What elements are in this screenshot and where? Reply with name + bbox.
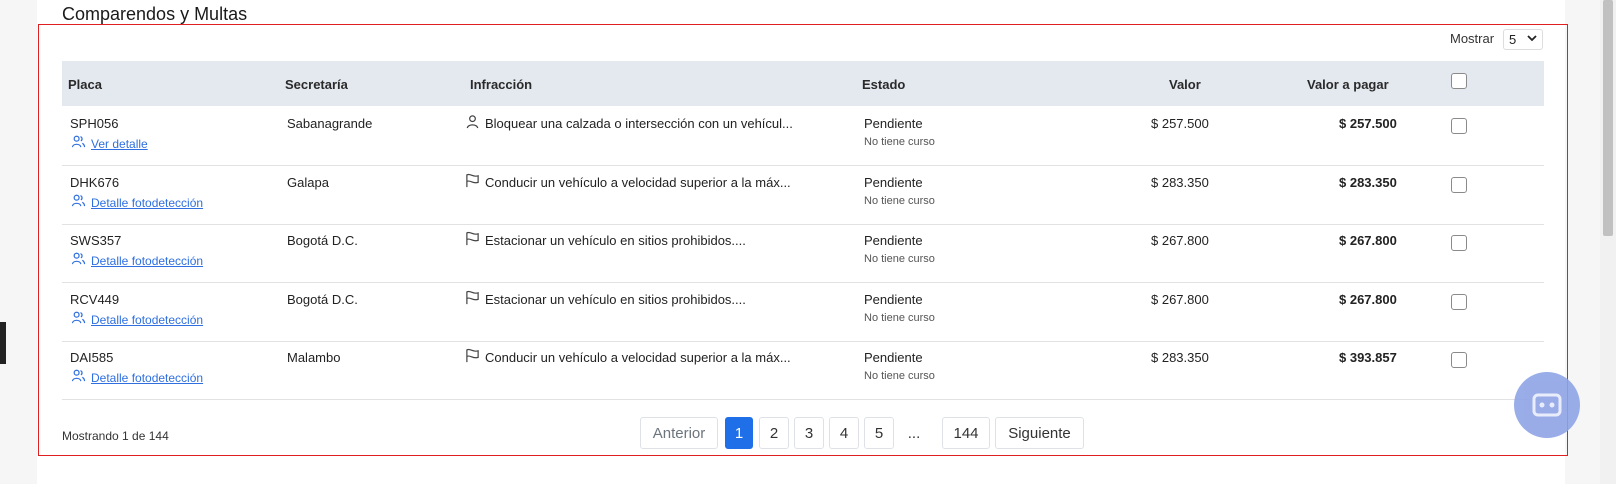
table-header: Placa Secretaría Infracción Estado Valor…: [62, 61, 1544, 106]
header-valor[interactable]: Valor: [1169, 77, 1201, 92]
pagination-page-4[interactable]: 4: [829, 417, 859, 449]
status-text: Pendiente: [864, 116, 923, 131]
table-row: DAI585 Detalle fotodetección Malambo Con…: [62, 340, 1544, 400]
row-checkbox[interactable]: [1451, 235, 1467, 251]
course-status: No tiene curso: [864, 136, 935, 148]
secretaria-name: Malambo: [287, 350, 341, 365]
secretaria-name: Bogotá D.C.: [287, 233, 358, 248]
detail-link[interactable]: Detalle fotodetección: [91, 371, 203, 385]
header-infraccion[interactable]: Infracción: [470, 77, 532, 92]
header-valor-a-pagar[interactable]: Valor a pagar: [1307, 77, 1389, 92]
section-title: Comparendos y Multas: [62, 4, 248, 24]
course-status: No tiene curso: [864, 370, 935, 382]
row-checkbox[interactable]: [1451, 293, 1467, 310]
pagination-ellipsis: ...: [898, 417, 930, 449]
scrollbar-thumb[interactable]: [1603, 0, 1613, 236]
secretaria-name: Sabanagrande: [287, 116, 373, 131]
person-icon: [465, 114, 480, 134]
users-icon: [71, 368, 86, 388]
pagination-prev[interactable]: Anterior: [640, 417, 718, 449]
infraction-text: Estacionar un vehículo en sitios prohibi…: [485, 233, 746, 248]
course-status: No tiene curso: [864, 253, 935, 265]
amount-to-pay: $ 267.800: [1339, 291, 1397, 307]
pagination-page-5[interactable]: 5: [864, 417, 894, 449]
plate-number: DHK676: [70, 174, 120, 190]
left-gutter: [0, 0, 37, 484]
course-status: No tiene curso: [864, 311, 935, 324]
pagination-page-2[interactable]: 2: [759, 417, 789, 449]
row-checkbox[interactable]: [1451, 352, 1467, 368]
plate-number: DAI585: [70, 350, 114, 365]
secretaria-name: Galapa: [287, 174, 329, 190]
flag-icon: [465, 290, 480, 310]
table-row: SWS357 Detalle fotodetección Bogotá D.C.…: [62, 223, 1544, 283]
header-estado[interactable]: Estado: [862, 77, 905, 92]
infraction-text: Bloquear una calzada o intersección con …: [485, 116, 793, 131]
flag-icon: [465, 348, 480, 368]
detail-link[interactable]: Detalle fotodetección: [91, 196, 203, 210]
fine-value: $ 267.800: [1151, 291, 1209, 307]
header-placa[interactable]: Placa: [68, 77, 102, 92]
table-row: DHK676 Detalle fotodetección Galapa Cond…: [62, 165, 1544, 225]
fine-value: $ 267.800: [1151, 233, 1209, 248]
row-checkbox[interactable]: [1451, 118, 1467, 134]
page-size-value: 5: [1509, 32, 1517, 47]
detail-link[interactable]: Detalle fotodetección: [91, 313, 203, 327]
page-size-label: Mostrar: [1450, 31, 1495, 46]
status-text: Pendiente: [864, 233, 923, 248]
robot-icon: [1532, 393, 1562, 417]
detail-link[interactable]: Detalle fotodetección: [91, 254, 203, 268]
status-text: Pendiente: [864, 350, 923, 365]
fine-value: $ 257.500: [1151, 116, 1209, 131]
users-icon: [71, 193, 86, 213]
flag-icon: [465, 231, 480, 251]
status-text: Pendiente: [864, 291, 923, 307]
flag-icon: [465, 173, 480, 193]
fine-value: $ 283.350: [1151, 174, 1209, 190]
plate-number: RCV449: [70, 291, 120, 307]
row-checkbox[interactable]: [1451, 176, 1467, 193]
pagination-page-3[interactable]: 3: [794, 417, 824, 449]
users-icon: [71, 310, 86, 330]
course-status: No tiene curso: [864, 194, 935, 207]
header-secretaria[interactable]: Secretaría: [285, 77, 348, 92]
page-size-select[interactable]: 5: [1503, 29, 1543, 50]
pagination-page-1[interactable]: 1: [725, 417, 753, 449]
amount-to-pay: $ 283.350: [1339, 174, 1397, 190]
status-text: Pendiente: [864, 174, 923, 190]
secretaria-name: Bogotá D.C.: [287, 291, 358, 307]
pagination-page-last[interactable]: 144: [942, 417, 990, 449]
table-row: SPH056 Ver detalle Sabanagrande Bloquear…: [62, 106, 1544, 166]
infraction-text: Conducir un vehículo a velocidad superio…: [485, 174, 791, 190]
detail-link[interactable]: Ver detalle: [91, 137, 148, 151]
select-all-checkbox[interactable]: [1451, 73, 1467, 89]
records-count: Mostrando 1 de 144: [62, 429, 169, 443]
chatbot-button[interactable]: [1514, 372, 1580, 438]
users-icon: [71, 251, 86, 271]
plate-number: SWS357: [70, 233, 122, 248]
amount-to-pay: $ 393.857: [1339, 350, 1397, 365]
infraction-text: Estacionar un vehículo en sitios prohibi…: [485, 291, 746, 307]
amount-to-pay: $ 267.800: [1339, 233, 1397, 248]
pagination-next[interactable]: Siguiente: [995, 417, 1084, 449]
chevron-down-icon: [1527, 33, 1537, 46]
users-icon: [71, 134, 86, 154]
amount-to-pay: $ 257.500: [1339, 116, 1397, 131]
plate-number: SPH056: [70, 116, 119, 131]
fine-value: $ 283.350: [1151, 350, 1209, 365]
table-row: RCV449 Detalle fotodetección Bogotá D.C.…: [62, 282, 1544, 342]
window-edge: [0, 322, 6, 364]
infraction-text: Conducir un vehículo a velocidad superio…: [485, 350, 791, 365]
